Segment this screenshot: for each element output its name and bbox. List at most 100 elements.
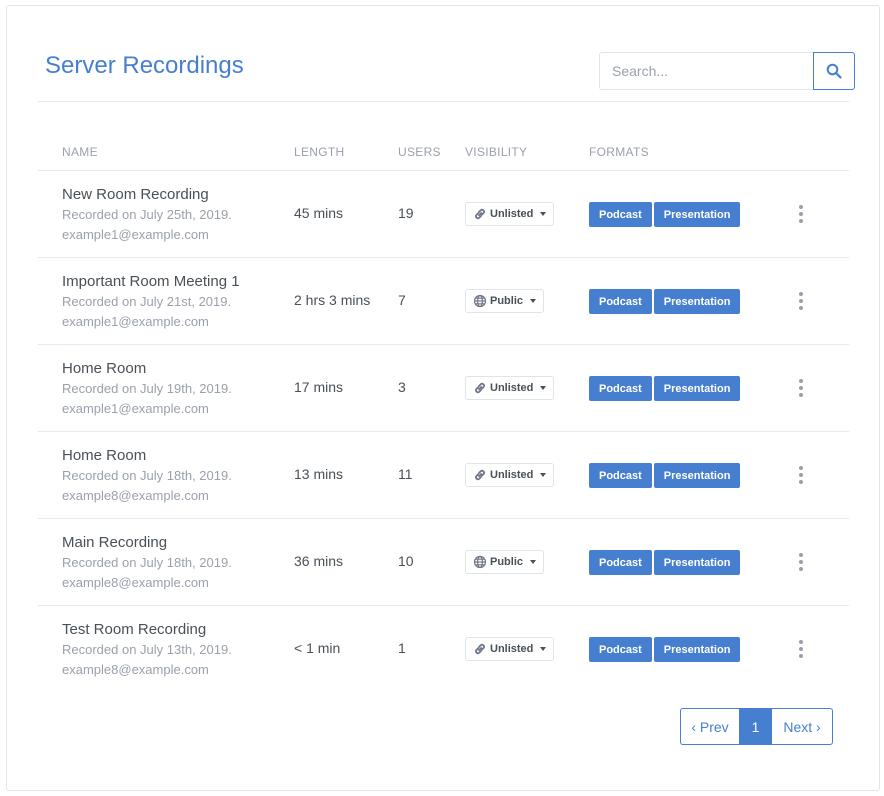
column-header-users[interactable]: USERS [398,145,441,159]
format-podcast-button[interactable]: Podcast [589,463,652,488]
recording-date: Recorded on July 13th, 2019. [62,642,232,657]
more-options-icon[interactable] [796,291,806,311]
pagination: ‹ Prev 1 Next › [680,708,833,745]
recording-name[interactable]: Home Room [62,446,282,466]
column-header-visibility[interactable]: VISIBILITY [465,145,527,159]
caret-down-icon [530,299,537,303]
visibility-cell: Unlisted [465,202,555,226]
format-presentation-button[interactable]: Presentation [653,202,741,227]
formats-cell: Podcast Presentation [589,202,741,227]
visibility-cell: Unlisted [465,463,555,487]
recording-name[interactable]: Test Room Recording [62,620,282,640]
more-options-icon[interactable] [796,204,806,224]
table-row[interactable]: Important Room Meeting 1 Recorded on July… [38,258,849,345]
recording-users: 11 [398,466,413,482]
search-button[interactable] [813,52,855,90]
recording-date: Recorded on July 18th, 2019. [62,468,232,483]
table-row[interactable]: New Room Recording Recorded on July 25th,… [38,171,849,258]
recording-owner-email: example8@example.com [62,575,209,590]
recording-name[interactable]: Important Room Meeting 1 [62,272,282,292]
table-row[interactable]: Home Room Recorded on July 18th, 2019. exa… [38,432,849,519]
visibility-cell: Public [465,289,545,313]
format-podcast-button[interactable]: Podcast [589,202,652,227]
format-podcast-button[interactable]: Podcast [589,637,652,662]
recording-name-cell: Test Room Recording Recorded on July 13th… [62,620,282,680]
visibility-cell: Public [465,550,545,574]
caret-down-icon [540,212,547,216]
next-page-button[interactable]: Next › [772,708,833,745]
format-podcast-button[interactable]: Podcast [589,289,652,314]
link-icon [473,468,487,482]
page-1-button[interactable]: 1 [739,708,772,745]
link-icon [473,642,487,656]
caret-down-icon [540,386,547,390]
recordings-table: NAME LENGTH USERS VISIBILITY FORMATS New… [38,130,849,692]
more-options-icon[interactable] [796,465,806,485]
page-title: Server Recordings [45,52,244,79]
globe-icon [473,294,487,308]
formats-cell: Podcast Presentation [589,463,741,488]
recording-name[interactable]: Home Room [62,359,282,379]
prev-page-button[interactable]: ‹ Prev [680,708,739,745]
header-divider [38,101,849,102]
recording-owner-email: example8@example.com [62,488,209,503]
caret-down-icon [540,473,547,477]
formats-cell: Podcast Presentation [589,637,741,662]
format-presentation-button[interactable]: Presentation [653,550,741,575]
formats-cell: Podcast Presentation [589,550,741,575]
visibility-label: Unlisted [490,382,534,394]
visibility-cell: Unlisted [465,637,555,661]
search-icon [826,63,842,79]
formats-cell: Podcast Presentation [589,376,741,401]
link-icon [473,207,487,221]
format-podcast-button[interactable]: Podcast [589,376,652,401]
format-presentation-button[interactable]: Presentation [653,637,741,662]
recording-users: 19 [398,205,414,221]
more-options-icon[interactable] [796,639,806,659]
recording-date: Recorded on July 18th, 2019. [62,555,232,570]
recording-name-cell: Main Recording Recorded on July 18th, 201… [62,533,282,593]
format-presentation-button[interactable]: Presentation [653,289,741,314]
visibility-dropdown[interactable]: Public [465,289,545,313]
caret-down-icon [540,647,547,651]
recording-length: 13 mins [294,466,344,482]
format-podcast-button[interactable]: Podcast [589,550,652,575]
formats-cell: Podcast Presentation [589,289,741,314]
recording-length: 2 hrs 3 mins [294,292,371,308]
visibility-dropdown[interactable]: Unlisted [465,463,555,487]
recording-length: 17 mins [294,379,344,395]
more-options-icon[interactable] [796,378,806,398]
search-input[interactable] [599,52,813,90]
visibility-dropdown[interactable]: Unlisted [465,637,555,661]
table-row[interactable]: Test Room Recording Recorded on July 13th… [38,606,849,692]
recording-users: 7 [398,292,406,308]
recording-length: 45 mins [294,205,344,221]
visibility-label: Unlisted [490,208,534,220]
recording-name[interactable]: Main Recording [62,533,282,553]
column-header-length[interactable]: LENGTH [294,145,344,159]
recording-length: 36 mins [294,553,344,569]
table-row[interactable]: Main Recording Recorded on July 18th, 201… [38,519,849,606]
recording-users: 10 [398,553,414,569]
recording-users: 3 [398,379,406,395]
table-row[interactable]: Home Room Recorded on July 19th, 2019. exa… [38,345,849,432]
format-presentation-button[interactable]: Presentation [653,463,741,488]
format-presentation-button[interactable]: Presentation [653,376,741,401]
visibility-dropdown[interactable]: Unlisted [465,376,555,400]
column-header-name[interactable]: NAME [62,145,98,159]
recording-date: Recorded on July 21st, 2019. [62,294,232,309]
recording-name[interactable]: New Room Recording [62,185,282,205]
globe-icon [473,555,487,569]
recording-name-cell: New Room Recording Recorded on July 25th,… [62,185,282,245]
recording-name-cell: Home Room Recorded on July 19th, 2019. exa… [62,359,282,419]
recording-owner-email: example1@example.com [62,227,209,242]
visibility-dropdown[interactable]: Unlisted [465,202,555,226]
recording-owner-email: example1@example.com [62,314,209,329]
visibility-label: Unlisted [490,643,534,655]
more-options-icon[interactable] [796,552,806,572]
column-header-formats: FORMATS [589,145,649,159]
recording-date: Recorded on July 19th, 2019. [62,381,232,396]
recording-owner-email: example8@example.com [62,662,209,677]
visibility-dropdown[interactable]: Public [465,550,545,574]
recording-name-cell: Important Room Meeting 1 Recorded on July… [62,272,282,332]
